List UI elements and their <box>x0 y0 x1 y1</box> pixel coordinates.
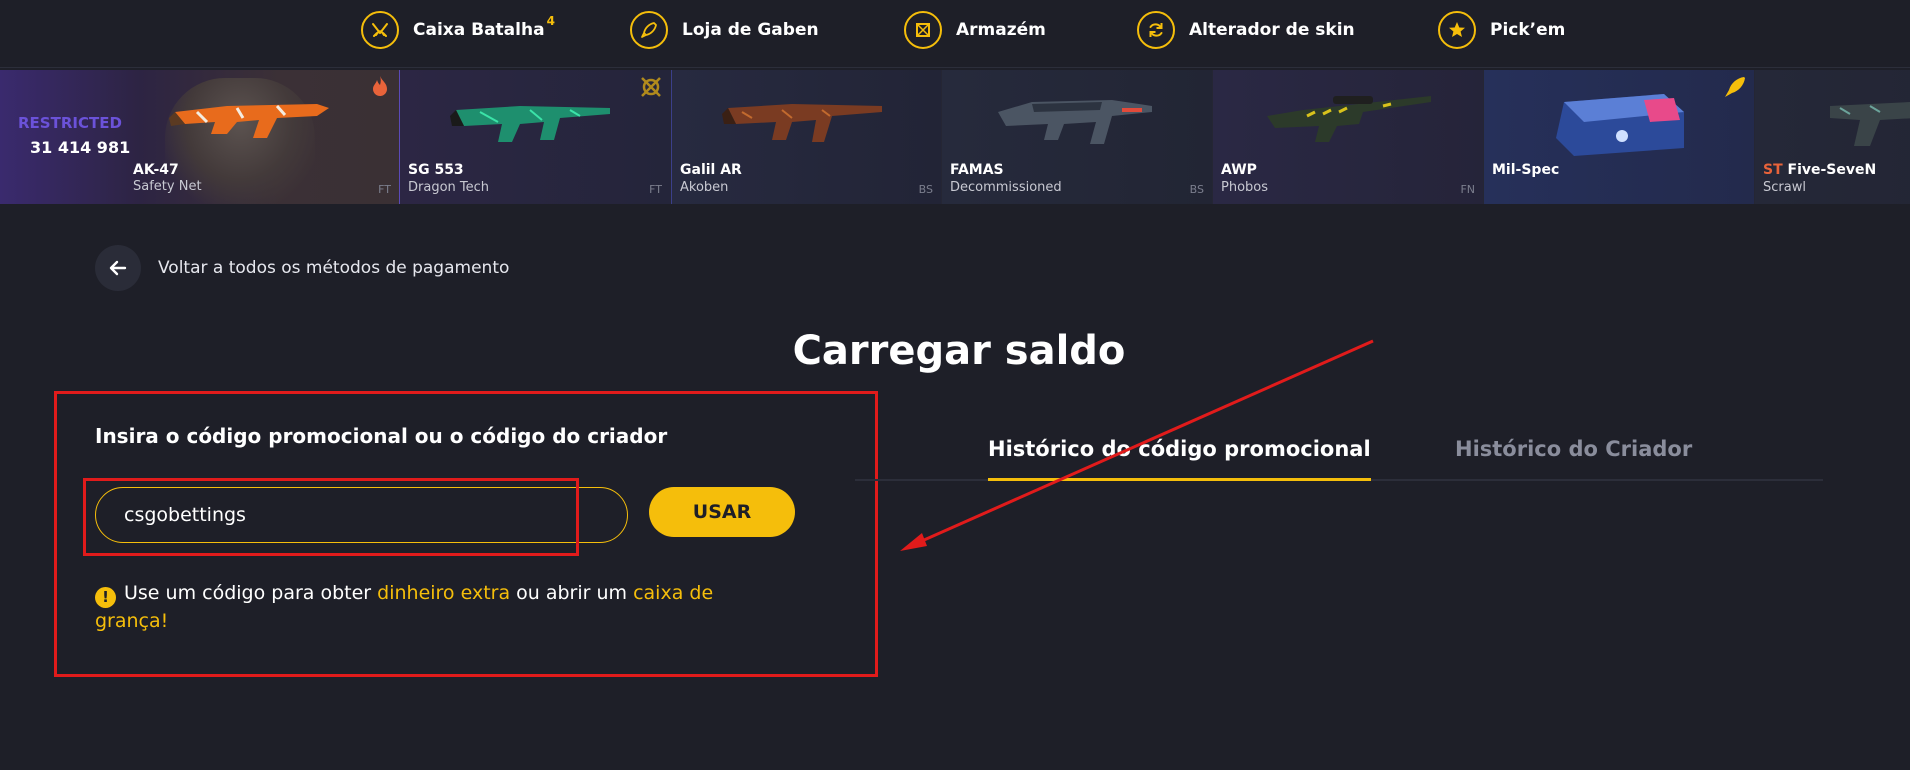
drop-card-mil-spec[interactable]: Mil-Spec <box>1484 70 1755 204</box>
tab-creator-history[interactable]: Histórico do Criador <box>1455 437 1692 461</box>
back-link[interactable]: Voltar a todos os métodos de pagamento <box>158 258 509 278</box>
hint-text: ou abrir um <box>510 582 634 604</box>
nav-item-armazem[interactable]: Armazém <box>904 10 1046 50</box>
drop-wear: FN <box>1460 183 1475 196</box>
drop-card-sg553[interactable]: SG 553 Dragon Tech FT <box>400 70 671 204</box>
drop-skin-name: Safety Net <box>133 179 202 194</box>
drop-weapon-name: SG 553 <box>408 162 464 178</box>
nav-label: Alterador de skin <box>1189 20 1355 40</box>
drop-weapon-name: ST Five-SeveN <box>1763 162 1876 178</box>
tab-promo-code-history[interactable]: Histórico do código promocional <box>988 437 1371 461</box>
drop-weapon-name: AK-47 <box>133 162 179 178</box>
drop-wear: FT <box>649 183 662 196</box>
swords-icon <box>361 11 399 49</box>
drop-wear: BS <box>918 183 933 196</box>
top-navigation: Caixa Batalha 4 Loja de Gaben Armazém Al… <box>0 0 1910 68</box>
promo-code-input[interactable] <box>95 487 628 543</box>
drop-weapon-name: Galil AR <box>680 162 742 178</box>
star-icon <box>1438 11 1476 49</box>
drop-card-five-seven[interactable]: ST Five-SeveN Scrawl <box>1755 70 1910 204</box>
fire-icon <box>373 76 387 96</box>
rocket-icon <box>1725 77 1745 97</box>
drop-weapon-name: AWP <box>1221 162 1257 178</box>
drop-card-awp[interactable]: AWP Phobos FN <box>1213 70 1484 204</box>
drop-skin-name: Scrawl <box>1763 180 1806 195</box>
awp-skin-image <box>1267 96 1431 142</box>
five-seven-skin-image <box>1830 102 1910 146</box>
sg553-skin-image <box>450 106 610 142</box>
drop-card-ak47[interactable]: RESTRICTED 31 414 981 AK-47 Safety Net F… <box>0 70 400 204</box>
weapon-name: Five-SeveN <box>1787 162 1877 178</box>
page-title: Carregar saldo <box>792 328 1126 374</box>
drop-card-famas[interactable]: FAMAS Decommissioned BS <box>942 70 1213 204</box>
nav-item-alterador-de-skin[interactable]: Alterador de skin <box>1137 10 1355 50</box>
hint-highlight-extra-money: dinheiro extra <box>377 582 511 604</box>
promo-heading: Insira o código promocional ou o código … <box>95 424 668 448</box>
arrow-left-icon <box>109 260 127 276</box>
stattrak-prefix: ST <box>1763 162 1783 178</box>
drop-skin-name: Dragon Tech <box>408 180 490 195</box>
drop-wear: FT <box>378 183 391 196</box>
warning-icon: ! <box>95 586 116 608</box>
drop-card-galil[interactable]: Galil AR Akoben BS <box>671 70 942 204</box>
nav-item-caixa-batalha[interactable]: Caixa Batalha 4 <box>361 10 555 50</box>
promo-hint: ! Use um código para obter dinheiro extra… <box>95 580 775 634</box>
live-drops-strip: RESTRICTED 31 414 981 AK-47 Safety Net F… <box>0 70 1910 204</box>
drop-skin-name: Decommissioned <box>950 180 1062 195</box>
rarity-label: RESTRICTED <box>18 114 122 132</box>
nav-item-loja-de-gaben[interactable]: Loja de Gaben <box>630 10 819 50</box>
drop-wear: BS <box>1189 183 1204 196</box>
drop-weapon-name: FAMAS <box>950 162 1004 178</box>
nav-label: Pick’em <box>1490 20 1566 40</box>
drop-counter: 31 414 981 <box>30 138 131 157</box>
drop-skin-name: Akoben <box>680 180 729 195</box>
back-button[interactable] <box>95 245 141 291</box>
nav-label: Loja de Gaben <box>682 20 819 40</box>
famas-skin-image <box>998 100 1152 144</box>
use-button[interactable]: USAR <box>649 487 795 537</box>
ak47-skin-image <box>169 104 329 138</box>
case-image <box>1556 94 1684 156</box>
rocket-icon <box>630 11 668 49</box>
galil-skin-image <box>721 104 882 142</box>
crosshair-icon <box>641 77 661 97</box>
box-icon <box>904 11 942 49</box>
active-tab-indicator <box>988 478 1371 481</box>
refresh-icon <box>1137 11 1175 49</box>
nav-badge: 4 <box>546 14 555 28</box>
drop-weapon-name: Mil-Spec <box>1492 162 1560 178</box>
drop-skin-name: Phobos <box>1221 180 1269 195</box>
nav-label: Caixa Batalha <box>413 20 545 40</box>
nav-item-pickem[interactable]: Pick’em <box>1438 10 1565 50</box>
hint-text: Use um código para obter <box>124 582 378 604</box>
nav-label: Armazém <box>956 20 1046 40</box>
